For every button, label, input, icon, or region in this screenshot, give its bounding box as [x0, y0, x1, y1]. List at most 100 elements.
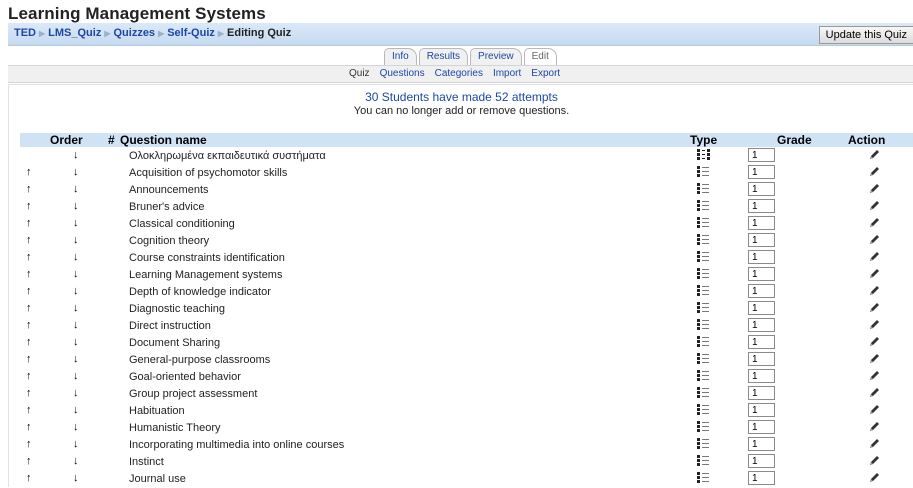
- edit-pencil-icon[interactable]: [869, 353, 880, 364]
- grade-input[interactable]: [748, 403, 775, 417]
- edit-pencil-icon[interactable]: [869, 404, 880, 415]
- breadcrumb-link[interactable]: Self-Quiz: [167, 27, 215, 39]
- grade-input[interactable]: [748, 148, 775, 162]
- arrow-down-icon[interactable]: ↓: [73, 234, 79, 246]
- grade-input[interactable]: [748, 318, 775, 332]
- grade-input[interactable]: [748, 216, 775, 230]
- edit-pencil-icon[interactable]: [869, 234, 880, 245]
- grade-input[interactable]: [748, 165, 775, 179]
- arrow-up-icon[interactable]: ↑: [26, 268, 32, 280]
- edit-pencil-icon[interactable]: [869, 285, 880, 296]
- arrow-down-icon[interactable]: ↓: [73, 455, 79, 467]
- arrow-up-icon[interactable]: ↑: [26, 404, 32, 416]
- arrow-down-icon[interactable]: ↓: [73, 387, 79, 399]
- edit-pencil-icon[interactable]: [869, 438, 880, 449]
- subtab-questions[interactable]: Questions: [380, 68, 425, 79]
- grade-input[interactable]: [748, 301, 775, 315]
- edit-pencil-icon[interactable]: [869, 302, 880, 313]
- question-name: Ολοκληρωμένα εκπαιδευτικά συστήματα: [129, 150, 326, 162]
- arrow-down-icon[interactable]: ↓: [73, 217, 79, 229]
- arrow-up-icon[interactable]: ↑: [26, 472, 32, 484]
- grade-input[interactable]: [748, 250, 775, 264]
- subtab-export[interactable]: Export: [531, 68, 560, 79]
- edit-pencil-icon[interactable]: [869, 387, 880, 398]
- arrow-down-icon[interactable]: ↓: [73, 302, 79, 314]
- arrow-down-icon[interactable]: ↓: [73, 404, 79, 416]
- breadcrumb-link[interactable]: LMS_Quiz: [48, 27, 101, 39]
- grade-input[interactable]: [748, 386, 775, 400]
- arrow-up-icon[interactable]: ↑: [26, 183, 32, 195]
- arrow-up-icon[interactable]: ↑: [26, 200, 32, 212]
- breadcrumb-link[interactable]: Quizzes: [113, 27, 155, 39]
- arrow-down-icon[interactable]: ↓: [73, 166, 79, 178]
- grade-input[interactable]: [748, 471, 775, 485]
- arrow-up-icon[interactable]: ↑: [26, 387, 32, 399]
- tab-preview[interactable]: Preview: [470, 48, 522, 66]
- arrow-up-icon[interactable]: ↑: [26, 234, 32, 246]
- grade-input[interactable]: [748, 199, 775, 213]
- grade-input[interactable]: [748, 335, 775, 349]
- action-header: Action: [848, 133, 886, 147]
- edit-pencil-icon[interactable]: [869, 217, 880, 228]
- edit-pencil-icon[interactable]: [869, 166, 880, 177]
- edit-pencil-icon[interactable]: [869, 183, 880, 194]
- arrow-down-icon[interactable]: ↓: [73, 370, 79, 382]
- arrow-up-icon[interactable]: ↑: [26, 285, 32, 297]
- table-row: ↑ ↓ Depth of knowledge indicator: [20, 284, 913, 301]
- subtab-import[interactable]: Import: [493, 68, 521, 79]
- arrow-down-icon[interactable]: ↓: [73, 285, 79, 297]
- grade-input[interactable]: [748, 369, 775, 383]
- table-row: ↑ ↓ Diagnostic teaching: [20, 301, 913, 318]
- grade-input[interactable]: [748, 284, 775, 298]
- grade-input[interactable]: [748, 454, 775, 468]
- multichoice-icon: [697, 251, 709, 262]
- attempts-notice: 30 Students have made 52 attempts: [365, 90, 558, 104]
- edit-pencil-icon[interactable]: [869, 336, 880, 347]
- edit-pencil-icon[interactable]: [869, 455, 880, 466]
- arrow-up-icon[interactable]: ↑: [26, 438, 32, 450]
- grade-input[interactable]: [748, 437, 775, 451]
- arrow-up-icon[interactable]: ↑: [26, 302, 32, 314]
- arrow-down-icon[interactable]: ↓: [73, 268, 79, 280]
- arrow-down-icon[interactable]: ↓: [73, 319, 79, 331]
- grade-input[interactable]: [748, 267, 775, 281]
- arrow-down-icon[interactable]: ↓: [73, 353, 79, 365]
- question-name: Classical conditioning: [129, 218, 235, 230]
- arrow-down-icon[interactable]: ↓: [73, 336, 79, 348]
- grade-input[interactable]: [748, 352, 775, 366]
- arrow-down-icon[interactable]: ↓: [73, 421, 79, 433]
- arrow-down-icon[interactable]: ↓: [73, 472, 79, 484]
- edit-pencil-icon[interactable]: [869, 200, 880, 211]
- edit-pencil-icon[interactable]: [869, 149, 880, 160]
- arrow-up-icon[interactable]: ↑: [26, 370, 32, 382]
- arrow-down-icon[interactable]: ↓: [73, 183, 79, 195]
- tab-edit[interactable]: Edit: [523, 48, 557, 66]
- arrow-up-icon[interactable]: ↑: [26, 251, 32, 263]
- arrow-down-icon[interactable]: ↓: [73, 438, 79, 450]
- grade-input[interactable]: [748, 233, 775, 247]
- edit-pencil-icon[interactable]: [869, 251, 880, 262]
- update-quiz-button[interactable]: Update this Quiz: [818, 26, 913, 44]
- arrow-up-icon[interactable]: ↑: [26, 166, 32, 178]
- arrow-up-icon[interactable]: ↑: [26, 353, 32, 365]
- tab-results[interactable]: Results: [418, 48, 469, 66]
- subtab-categories[interactable]: Categories: [435, 68, 483, 79]
- grade-input[interactable]: [748, 420, 775, 434]
- question-name: Bruner's advice: [129, 201, 205, 213]
- arrow-down-icon[interactable]: ↓: [73, 251, 79, 263]
- arrow-down-icon[interactable]: ↓: [73, 200, 79, 212]
- edit-pencil-icon[interactable]: [869, 421, 880, 432]
- edit-pencil-icon[interactable]: [869, 472, 880, 483]
- arrow-up-icon[interactable]: ↑: [26, 217, 32, 229]
- breadcrumb-link[interactable]: TED: [14, 27, 36, 39]
- arrow-up-icon[interactable]: ↑: [26, 319, 32, 331]
- edit-pencil-icon[interactable]: [869, 319, 880, 330]
- edit-pencil-icon[interactable]: [869, 268, 880, 279]
- arrow-up-icon[interactable]: ↑: [26, 455, 32, 467]
- grade-input[interactable]: [748, 182, 775, 196]
- edit-pencil-icon[interactable]: [869, 370, 880, 381]
- arrow-down-icon[interactable]: ↓: [73, 149, 79, 161]
- arrow-up-icon[interactable]: ↑: [26, 336, 32, 348]
- arrow-up-icon[interactable]: ↑: [26, 421, 32, 433]
- tab-info[interactable]: Info: [384, 48, 417, 66]
